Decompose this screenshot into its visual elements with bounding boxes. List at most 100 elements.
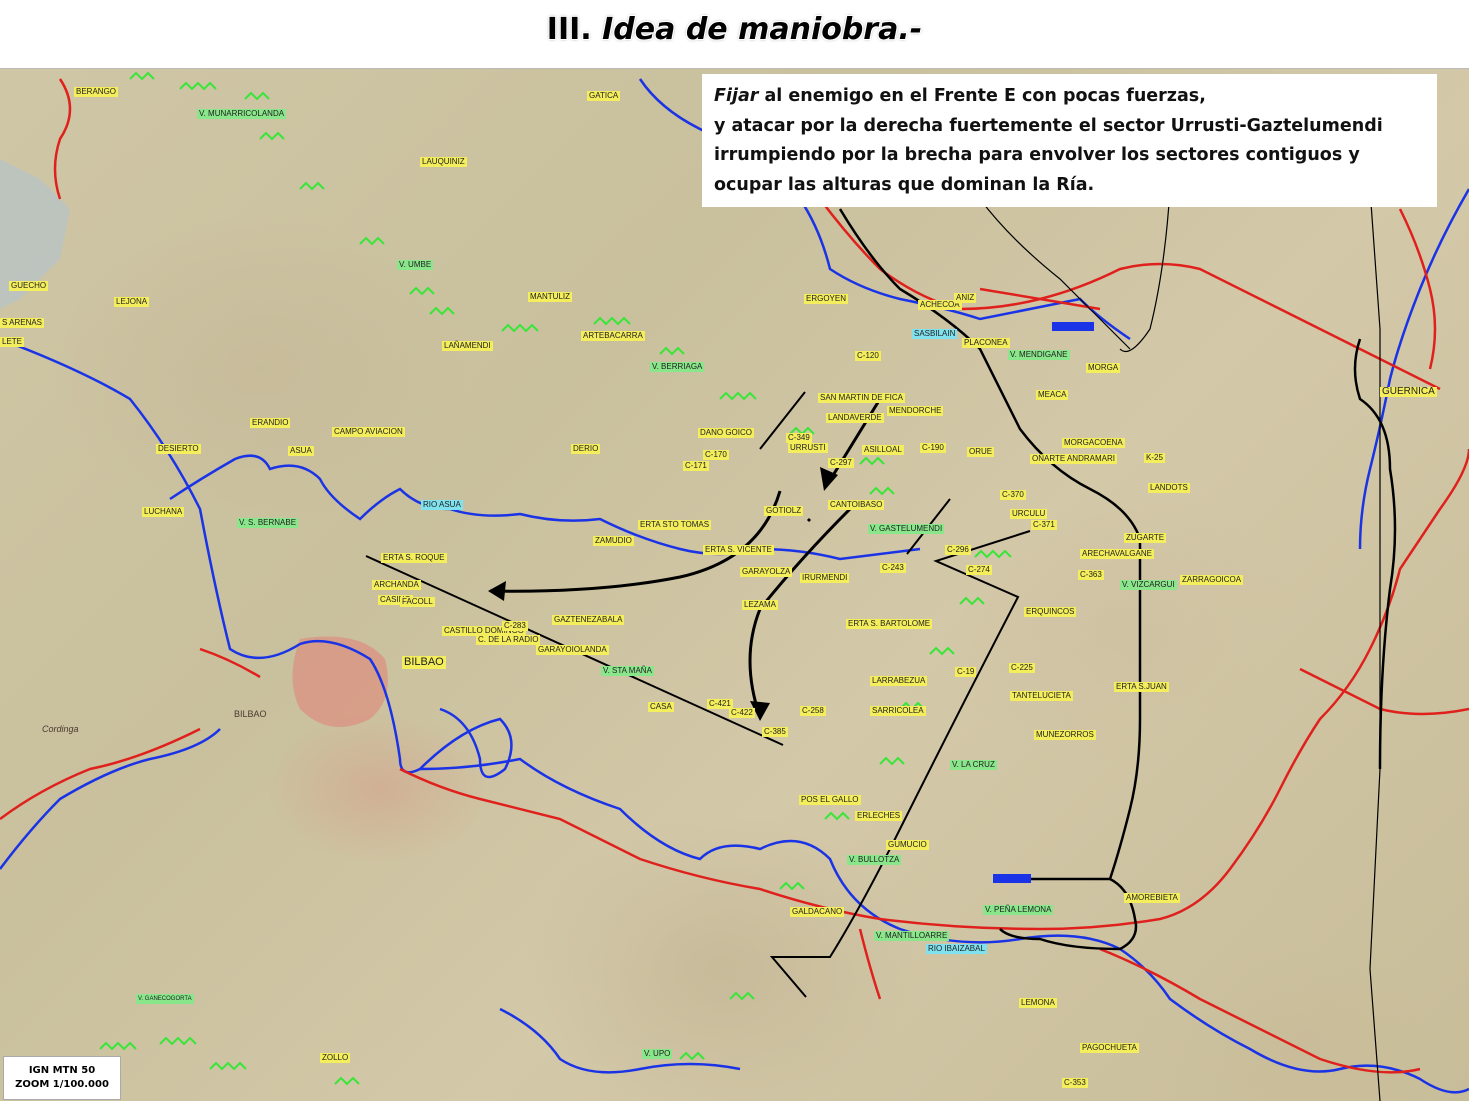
place-c297: C-297	[828, 458, 854, 468]
defense-16	[974, 549, 1012, 559]
place-lacruz: V. LA CRUZ	[950, 760, 997, 770]
place-ganecoerta: V. GANECOGORTA	[136, 994, 194, 1004]
place-facoll: FACOLL	[400, 597, 435, 607]
defense-10	[593, 316, 631, 326]
place-sjuan: ERTA S.JUAN	[1114, 682, 1169, 692]
defense-8	[429, 306, 455, 316]
place-lemona: LEMONA	[1019, 998, 1057, 1008]
place-c371: C-371	[1031, 520, 1057, 530]
place-rioibaizabal: RIO IBAIZABAL	[926, 944, 987, 954]
place-danogoico: DANO GOICO	[698, 428, 755, 438]
place-morgacoena: MORGACOENA	[1062, 438, 1125, 448]
place-urrusti: URRUSTI	[788, 443, 828, 453]
front-lines	[838, 208, 1397, 951]
place-c370: C-370	[1000, 490, 1026, 500]
defense-9	[501, 323, 539, 333]
phase-lines	[365, 391, 1031, 998]
place-orue: ORUE	[967, 447, 995, 457]
place-c422: C-422	[729, 708, 755, 718]
place-erleches: ERLECHES	[855, 811, 903, 821]
place-rioasua: RIO ASUA	[421, 500, 463, 510]
place-sbartolome: ERTA S. BARTOLOME	[846, 619, 933, 629]
place-c363: C-363	[1078, 570, 1104, 580]
place-derio: DERIO	[571, 444, 601, 454]
place-erquincos: ERQUINCOS	[1024, 607, 1077, 617]
defense-2	[179, 81, 217, 91]
page-title: III. Idea de maniobra.-	[0, 12, 1469, 47]
place-garayolza: GARAYOLZA	[740, 567, 793, 577]
place-gatica: GATICA	[587, 91, 621, 101]
place-campoaviacion: CAMPO AVIACION	[332, 427, 405, 437]
title-main: Idea de maniobra.-	[602, 12, 923, 47]
place-c349: C-349	[786, 433, 812, 443]
road-10	[1299, 667, 1469, 716]
arrow-secondary	[806, 517, 812, 523]
place-landots: LANDOTS	[1148, 483, 1190, 493]
place-sroque: ERTA S. ROQUE	[381, 553, 447, 563]
place-ganiz: ANIZ	[954, 293, 977, 303]
place-c171: C-171	[683, 461, 709, 471]
defense-22	[779, 881, 805, 891]
place-c190: C-190	[920, 443, 946, 453]
defense-6	[359, 236, 385, 246]
note-lead: Fijar	[714, 86, 759, 106]
defense-23	[729, 991, 755, 1001]
place-c353: C-353	[1062, 1078, 1088, 1088]
place-guecho: GUECHO	[9, 281, 49, 291]
map-canvas[interactable]: BERANGO GATICA V. MUNARRICOLANDA LAUQUIN…	[0, 68, 1469, 1101]
place-c274: C-274	[966, 565, 992, 575]
place-amorebieta: AMOREBIETA	[1124, 893, 1180, 903]
defense-4	[259, 131, 285, 141]
place-zugarte: ZUGARTE	[1124, 533, 1167, 543]
arrowhead-west	[488, 581, 506, 601]
defense-11	[659, 346, 685, 356]
arrow-sw	[748, 507, 852, 718]
defense-28	[334, 1076, 360, 1086]
defense-18	[929, 646, 955, 656]
road-5	[819, 198, 1441, 391]
place-mendorche: MENDORCHE	[887, 406, 944, 416]
road-3	[0, 727, 201, 821]
place-c243: C-243	[880, 563, 906, 573]
bilbao-urban-area	[292, 636, 388, 727]
place-gotiolz: GOTIOLZ	[764, 506, 804, 516]
place-tantelucieta: TANTELUCIETA	[1010, 691, 1073, 701]
place-sanmartin: SAN MARTIN DE FICA	[818, 393, 905, 403]
maneuver-note: Fijar al enemigo en el Frente E con poca…	[702, 74, 1437, 207]
defense-1	[129, 71, 155, 81]
place-cantoibaso: CANTOIBASO	[828, 500, 885, 510]
defense-3	[244, 91, 270, 101]
place-larrabezua: LARRABEZUA	[870, 676, 928, 686]
place-c283: C-283	[502, 621, 528, 631]
rivers	[0, 78, 1469, 1094]
road-1	[53, 78, 72, 200]
note-line-3: irrumpiendo por la brecha para envolver …	[714, 145, 1360, 165]
place-morga: MORGA	[1086, 363, 1121, 373]
place-erandio: ERANDIO	[250, 418, 291, 428]
defense-26	[159, 1036, 197, 1046]
place-guernica: GUERNICA	[1380, 386, 1437, 397]
place-bullotza: V. BULLOTZA	[847, 855, 902, 865]
place-lete: LETE	[0, 337, 25, 347]
place-desierto: DESIERTO	[156, 444, 201, 454]
place-c296: C-296	[945, 545, 971, 555]
defense-21	[824, 811, 850, 821]
defense-20	[879, 756, 905, 766]
place-sarricolea: SARRICOLEA	[870, 706, 926, 716]
place-lezama: LEZAMA	[742, 600, 779, 610]
unit-marker-1	[1052, 322, 1094, 331]
road-6	[1398, 208, 1437, 370]
defense-12	[719, 391, 757, 401]
place-onarte: OÑARTE ANDRAMARI	[1030, 454, 1117, 464]
place-sbernabe: V. S. BERNABE	[237, 518, 299, 528]
note-line-1: Fijar al enemigo en el Frente E con poca…	[714, 82, 1425, 112]
defense-14	[859, 456, 885, 466]
place-ergoyen: ERGOYEN	[804, 294, 849, 304]
place-mantuliz: MANTULIZ	[528, 292, 572, 302]
place-stotomas: ERTA STO TOMAS	[638, 520, 712, 530]
note-line-4: ocupar las alturas que dominan la Ría.	[714, 174, 1095, 195]
place-archanda: ARCHANDA	[372, 580, 421, 590]
place-irurmendi: IRURMENDI	[800, 573, 850, 583]
place-sasbilain: SASBILAIN	[912, 329, 958, 339]
river-south	[0, 728, 221, 870]
